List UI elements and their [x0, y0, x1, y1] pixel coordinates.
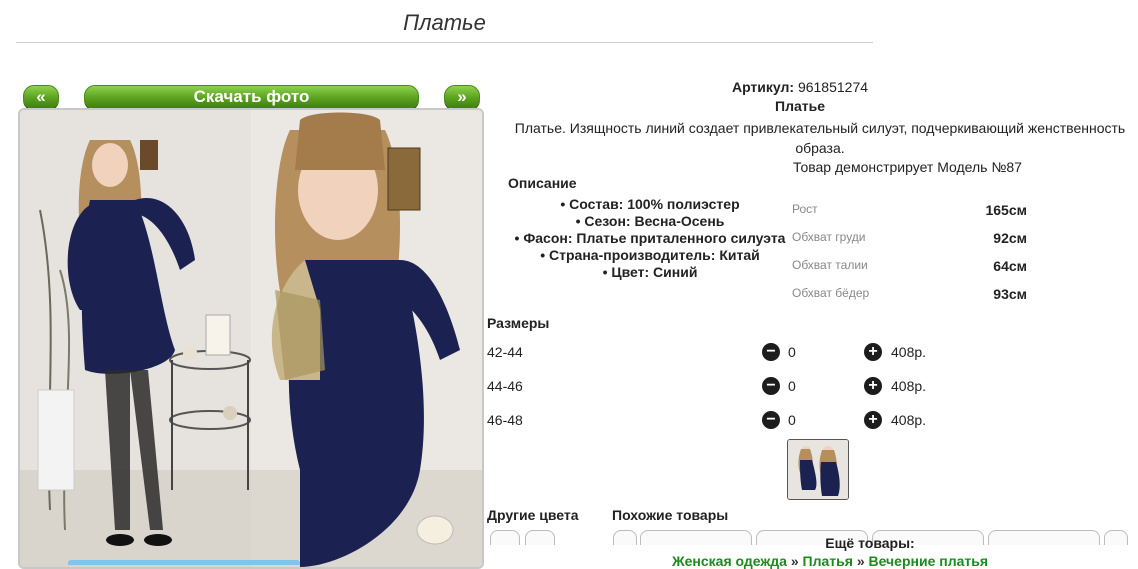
measurement-label: Обхват бёдер: [792, 286, 870, 300]
sku-label: Артикул:: [731, 79, 795, 95]
other-colors-heading: Другие цвета: [487, 507, 579, 523]
size-label: 44-46: [487, 378, 523, 394]
spec-item: Фасон: Платье приталенного силуэта: [490, 230, 810, 247]
quantity-value: 0: [788, 378, 796, 394]
minus-circle-icon[interactable]: −: [762, 343, 780, 361]
plus-circle-icon[interactable]: +: [864, 343, 882, 361]
measurement-row: Обхват бёдер 93см: [792, 284, 1032, 312]
similar-product-card[interactable]: [1104, 530, 1128, 545]
prev-photo-button[interactable]: «: [23, 85, 59, 109]
size-row: 42-44 − 0 + 408р.: [487, 343, 947, 363]
similar-products-heading: Похожие товары: [612, 507, 729, 523]
spec-item: Состав: 100% полиэстер: [490, 196, 810, 213]
spec-item: Сезон: Весна-Осень: [490, 213, 810, 230]
size-row: 44-46 − 0 + 408р.: [487, 377, 947, 397]
plus-circle-icon[interactable]: +: [864, 411, 882, 429]
similar-product-card[interactable]: [988, 530, 1100, 545]
product-photo-image: [20, 110, 482, 567]
spec-item: Страна-производитель: Китай: [490, 247, 810, 264]
sizes-heading: Размеры: [487, 315, 550, 331]
quantity-value: 0: [788, 344, 796, 360]
size-row: 46-48 − 0 + 408р.: [487, 411, 947, 431]
measurement-value: 92см: [993, 230, 1027, 246]
measurement-row: Обхват талии 64см: [792, 256, 1032, 284]
color-swatch[interactable]: [525, 530, 555, 545]
model-info: Товар демонстрирует Модель №87: [793, 159, 1022, 175]
similar-product-card[interactable]: [640, 530, 752, 545]
breadcrumb-link-evening-dresses[interactable]: Вечерние платья: [869, 553, 989, 569]
breadcrumb-link-womens-clothing[interactable]: Женская одежда: [672, 553, 787, 569]
thumbnail-image: [788, 440, 848, 499]
product-name: Платье: [775, 98, 825, 114]
product-thumbnail[interactable]: [787, 439, 849, 500]
similar-product-card[interactable]: [613, 530, 637, 545]
photo-caption-bar: [68, 560, 300, 565]
plus-circle-icon[interactable]: +: [864, 377, 882, 395]
breadcrumb-link-dresses[interactable]: Платья: [803, 553, 853, 569]
next-photo-button[interactable]: »: [444, 85, 480, 109]
breadcrumb-separator: »: [790, 553, 799, 569]
product-sku: Артикул: 961851274: [600, 79, 1000, 95]
minus-circle-icon[interactable]: −: [762, 377, 780, 395]
measurement-label: Обхват груди: [792, 230, 866, 244]
price-value: 408р.: [891, 344, 927, 360]
price-value: 408р.: [891, 378, 927, 394]
measurement-value: 64см: [993, 258, 1027, 274]
download-photo-button[interactable]: Скачать фото: [84, 85, 419, 109]
quantity-value: 0: [788, 412, 796, 428]
measurement-value: 93см: [993, 286, 1027, 302]
product-description: Платье. Изящность линий создает привлека…: [514, 120, 1126, 156]
measurement-label: Обхват талии: [792, 258, 868, 272]
sku-value: 961851274: [797, 79, 869, 95]
more-products-heading: Ещё товары:: [825, 535, 915, 551]
product-photo[interactable]: [18, 108, 484, 569]
breadcrumb-separator: »: [856, 553, 865, 569]
breadcrumb: Женская одежда » Платья » Вечерние плать…: [640, 553, 1020, 569]
specs-heading: Описание: [508, 175, 577, 191]
measurement-row: Обхват груди 92см: [792, 228, 1032, 256]
measurement-label: Рост: [792, 202, 818, 216]
page-title: Платье: [16, 10, 873, 43]
model-measurements: Рост 165см Обхват груди 92см Обхват тали…: [792, 200, 1032, 312]
specs-list: Состав: 100% полиэстер Сезон: Весна-Осен…: [490, 196, 810, 281]
spec-item: Цвет: Синий: [490, 264, 810, 281]
price-value: 408р.: [891, 412, 927, 428]
size-label: 46-48: [487, 412, 523, 428]
size-label: 42-44: [487, 344, 523, 360]
color-swatch[interactable]: [490, 530, 520, 545]
minus-circle-icon[interactable]: −: [762, 411, 780, 429]
measurement-row: Рост 165см: [792, 200, 1032, 228]
measurement-value: 165см: [985, 202, 1027, 218]
